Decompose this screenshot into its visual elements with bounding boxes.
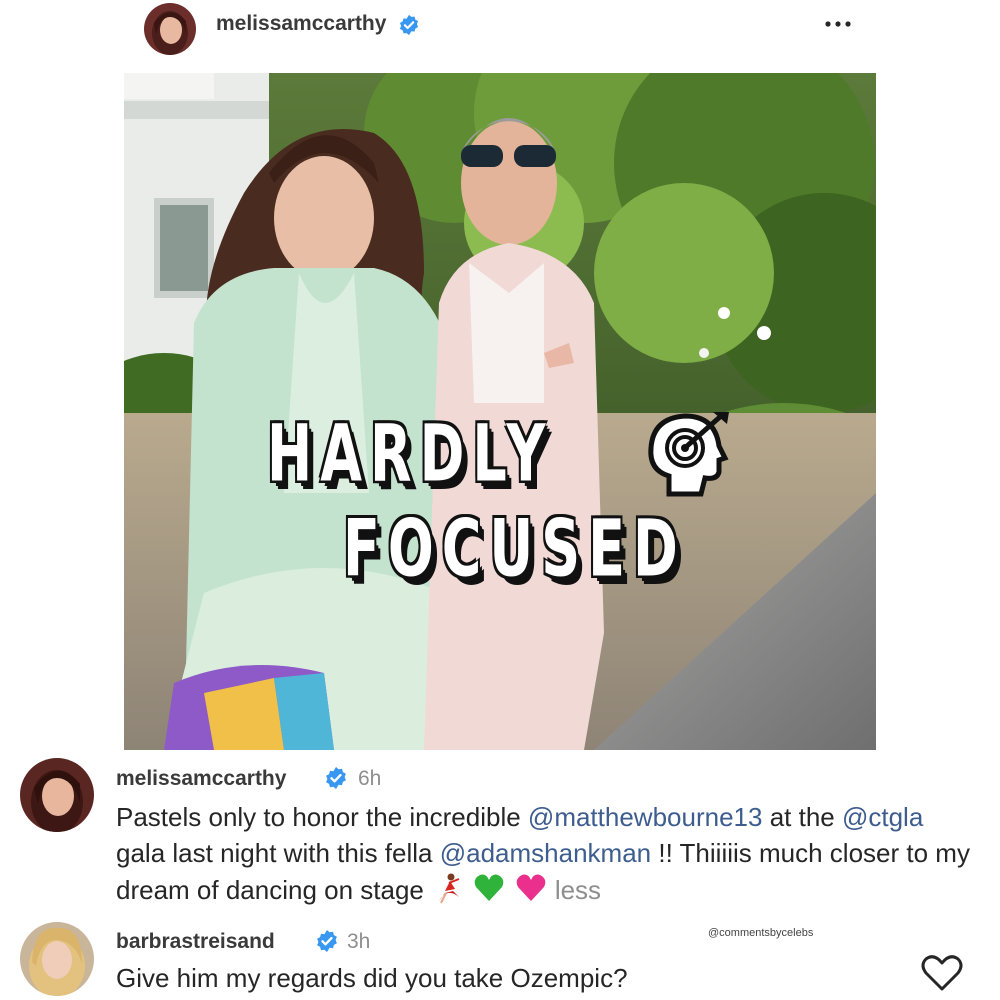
verified-badge-icon xyxy=(398,14,420,36)
comment-username[interactable]: melissamccarthy xyxy=(116,767,286,791)
green-heart-emoji xyxy=(472,871,506,905)
watermark-line-2: FOCUSED xyxy=(343,502,686,595)
verified-badge-icon xyxy=(324,766,348,790)
heart-outline-icon[interactable] xyxy=(920,953,964,993)
verified-badge-icon xyxy=(315,929,339,953)
dancer-emoji xyxy=(431,871,465,905)
comment-text: Give him my regards did you take Ozempic… xyxy=(116,963,628,993)
less-link[interactable]: less xyxy=(555,875,601,905)
credit-watermark: @commentsbycelebs xyxy=(708,927,814,939)
more-horizontal-icon[interactable] xyxy=(820,12,856,36)
comment-timestamp: 3h xyxy=(347,930,371,953)
mention-link[interactable]: @adamshankman xyxy=(440,838,651,868)
mention-link[interactable]: @ctgla xyxy=(842,802,923,832)
mention-link[interactable]: @matthewbourne13 xyxy=(528,802,763,832)
head-target-icon xyxy=(641,410,733,498)
hardly-focused-watermark: HARDLY FOCUSED xyxy=(263,400,733,610)
comment-timestamp: 6h xyxy=(358,767,382,790)
comment-text: Pastels only to honor the incredible @ma… xyxy=(116,799,976,908)
watermark-line-1: HARDLY xyxy=(267,407,554,500)
author-avatar[interactable] xyxy=(144,3,196,55)
comment-text-segment: Pastels only to honor the incredible xyxy=(116,802,528,832)
commenter-avatar[interactable] xyxy=(20,758,94,832)
comment-username[interactable]: barbrastreisand xyxy=(116,930,275,954)
comment-text-segment: gala last night with this fella xyxy=(116,838,440,868)
comment-text-segment: at the xyxy=(762,802,842,832)
author-username[interactable]: melissamccarthy xyxy=(216,12,386,36)
commenter-avatar[interactable] xyxy=(20,922,94,996)
pink-heart-emoji xyxy=(514,871,548,905)
